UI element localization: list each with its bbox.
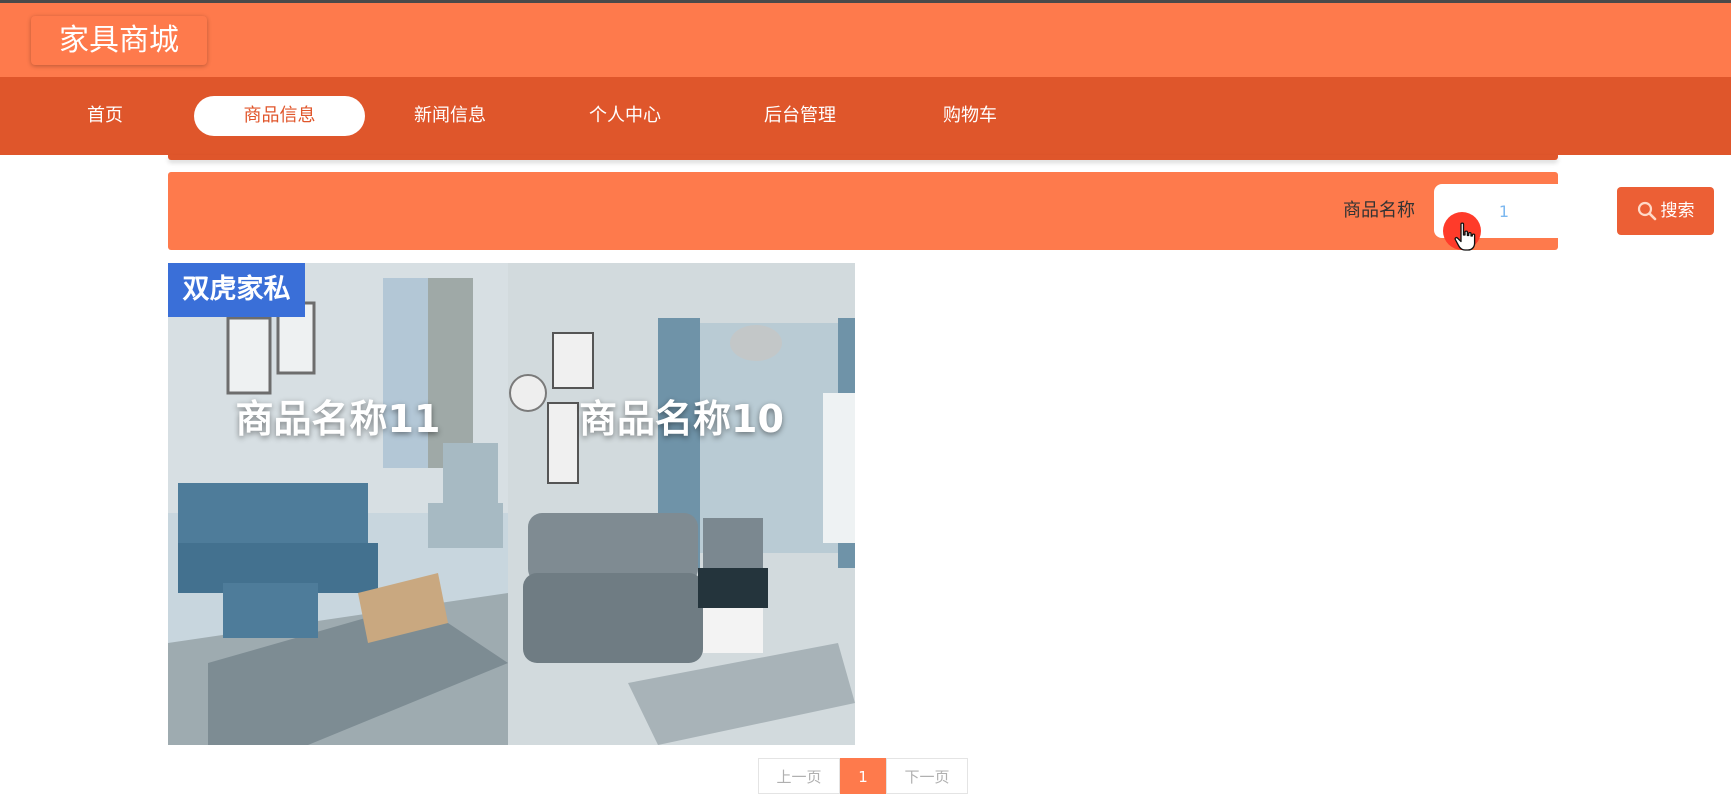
nav-item-profile[interactable]: 个人中心 (575, 96, 675, 136)
product-grid: 双虎家私 商品名称11 商品名称10 (168, 263, 855, 745)
nav-item-news[interactable]: 新闻信息 (400, 96, 500, 136)
nav-underlay (168, 155, 1558, 160)
next-page-button[interactable]: 下一页 (886, 758, 968, 794)
product-card[interactable]: 双虎家私 商品名称11 (168, 263, 508, 745)
product-image (168, 263, 508, 745)
main-nav: 首页 商品信息 新闻信息 个人中心 后台管理 购物车 (0, 77, 1731, 155)
brand-badge: 双虎家私 (168, 263, 305, 317)
product-name: 商品名称10 (579, 397, 784, 441)
site-logo[interactable]: 家具商城 (31, 16, 207, 65)
nav-item-products[interactable]: 商品信息 (194, 96, 365, 136)
nav-item-admin[interactable]: 后台管理 (750, 96, 850, 136)
search-label: 商品名称 (1343, 200, 1415, 221)
search-bar: 商品名称 搜索 (168, 172, 1714, 250)
search-button-label: 搜索 (1660, 201, 1695, 221)
product-image (508, 263, 855, 745)
nav-item-home[interactable]: 首页 (70, 96, 140, 136)
nav-item-cart[interactable]: 购物车 (920, 96, 1020, 136)
product-name: 商品名称11 (235, 397, 441, 441)
search-button[interactable]: 搜索 (1617, 187, 1714, 235)
current-page-button[interactable]: 1 (840, 758, 886, 794)
search-icon (1637, 201, 1656, 221)
hand-cursor-icon (1454, 222, 1476, 251)
prev-page-button[interactable]: 上一页 (758, 758, 840, 794)
product-card[interactable]: 商品名称10 (508, 263, 855, 745)
site-header: 家具商城 (0, 3, 1731, 77)
